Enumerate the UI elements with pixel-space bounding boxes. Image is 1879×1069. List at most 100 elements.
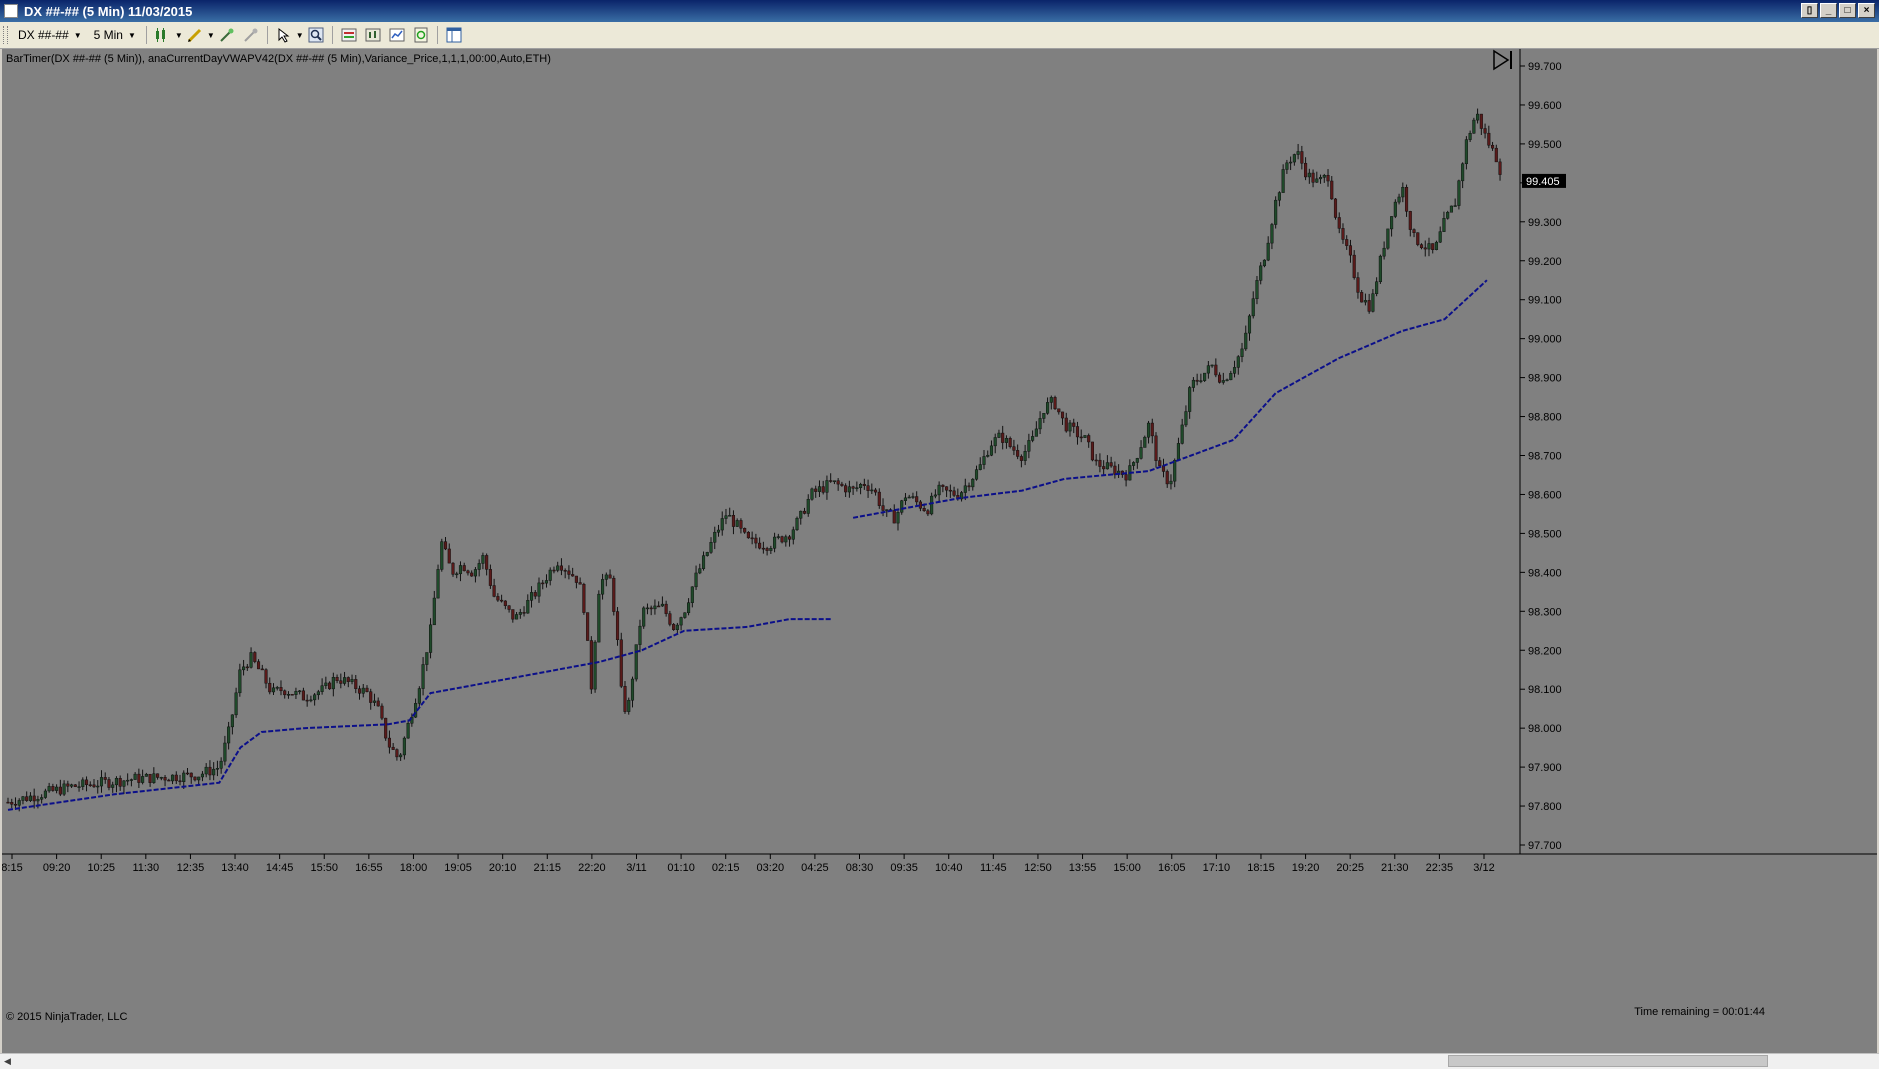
candle-body: [1098, 459, 1102, 467]
candle-body: [1337, 217, 1341, 229]
restore-button[interactable]: ▯: [1801, 3, 1818, 18]
candle-body: [840, 483, 844, 486]
candle-body: [533, 592, 537, 597]
candle-body: [1214, 364, 1218, 376]
y-tick-label: 98.000: [1528, 723, 1562, 735]
chevron-down-icon[interactable]: ▼: [207, 31, 215, 40]
candle-body: [25, 796, 29, 801]
candle-body: [1154, 435, 1158, 461]
minimize-button[interactable]: _: [1820, 3, 1837, 18]
x-tick-label: 12:35: [177, 862, 205, 874]
x-tick-label: 14:45: [266, 862, 294, 874]
interval-dropdown[interactable]: 5 Min ▼: [88, 25, 142, 45]
candle-body: [1472, 119, 1476, 134]
toolbar-grip[interactable]: [3, 26, 8, 44]
candle-body: [96, 785, 100, 788]
candle-body: [1360, 292, 1364, 303]
candle-body: [1206, 365, 1210, 374]
candle-body: [1416, 232, 1420, 245]
candle-body: [230, 714, 234, 728]
zoom-icon[interactable]: [307, 26, 325, 44]
candle-body: [1307, 172, 1311, 178]
candle-body: [657, 605, 661, 608]
candle-body: [709, 542, 713, 553]
candle-body: [503, 600, 507, 606]
candle-body: [193, 776, 197, 781]
candle-body: [563, 570, 567, 572]
y-tick-label: 97.700: [1528, 840, 1562, 852]
magic-wand-icon[interactable]: [218, 26, 236, 44]
horizontal-scrollbar[interactable]: ◀: [0, 1053, 1879, 1069]
candle-body: [638, 625, 642, 645]
candle-body: [152, 773, 156, 783]
candle-body: [1008, 438, 1012, 447]
candle-body: [825, 480, 829, 493]
x-tick-label: 18:15: [1247, 862, 1275, 874]
candle-body: [197, 776, 201, 781]
y-tick-label: 98.200: [1528, 645, 1562, 657]
candle-body: [773, 536, 777, 549]
candle-body: [1165, 471, 1169, 485]
indicator-icon[interactable]: [364, 26, 382, 44]
candle-body: [275, 687, 279, 689]
candle-body: [70, 784, 74, 787]
price-chart[interactable]: 99.70099.60099.50099.40099.30099.20099.1…: [2, 49, 1877, 1055]
candle-body: [249, 652, 253, 668]
candle-body: [907, 496, 911, 499]
candle-body: [1427, 243, 1431, 250]
candle-body: [376, 700, 380, 707]
candle-body: [298, 690, 302, 693]
x-tick-label: 3/12: [1473, 862, 1494, 874]
candle-body: [933, 494, 937, 497]
candle-body: [1367, 300, 1371, 312]
chevron-down-icon[interactable]: ▼: [296, 31, 304, 40]
candle-body: [593, 641, 597, 690]
candle-body: [402, 737, 406, 756]
candle-body: [73, 784, 77, 787]
candle-body: [743, 528, 747, 533]
instrument-dropdown[interactable]: DX ##-## ▼: [12, 25, 88, 45]
candle-body: [937, 484, 941, 496]
candle-body: [866, 485, 870, 491]
pencil-icon[interactable]: [186, 26, 204, 44]
toolbar-separator: [266, 26, 268, 44]
strategy-icon[interactable]: [340, 26, 358, 44]
candle-body: [1139, 447, 1143, 459]
candle-body: [1345, 239, 1349, 246]
candle-body: [350, 679, 354, 682]
cursor-icon[interactable]: [275, 26, 293, 44]
candle-body: [58, 786, 62, 795]
chevron-down-icon[interactable]: ▼: [175, 31, 183, 40]
scroll-thumb[interactable]: [1448, 1055, 1768, 1067]
candle-body: [428, 624, 433, 653]
candle-body: [1457, 180, 1461, 206]
candle-body: [589, 640, 593, 690]
layout-icon[interactable]: [445, 26, 463, 44]
close-button[interactable]: ×: [1858, 3, 1875, 18]
candle-body: [941, 484, 945, 487]
candle-body: [649, 607, 653, 610]
candle-body: [544, 580, 549, 584]
window-controls: ▯ _ □ ×: [1801, 3, 1875, 18]
chart-panel[interactable]: 99.70099.60099.50099.40099.30099.20099.1…: [2, 49, 1877, 1055]
candle-body: [1255, 280, 1259, 299]
candle-body: [372, 700, 377, 703]
candle-body: [571, 574, 575, 577]
maximize-button[interactable]: □: [1839, 3, 1856, 18]
candlestick-icon[interactable]: [154, 26, 172, 44]
candle-body: [1363, 300, 1367, 303]
candle-body: [159, 777, 163, 779]
candle-body: [806, 498, 810, 514]
candle-body: [148, 773, 152, 783]
refresh-icon[interactable]: [412, 26, 430, 44]
scroll-left-icon[interactable]: ◀: [0, 1054, 15, 1068]
candle-body: [1203, 372, 1207, 381]
toolbar-separator: [436, 26, 438, 44]
candle-body: [623, 686, 627, 712]
x-tick-label: 02:15: [712, 862, 740, 874]
candle-body: [324, 682, 328, 686]
candle-body: [1371, 293, 1375, 312]
disabled-tool-icon[interactable]: [242, 26, 260, 44]
candle-body: [1352, 254, 1356, 278]
chart-properties-icon[interactable]: [388, 26, 406, 44]
